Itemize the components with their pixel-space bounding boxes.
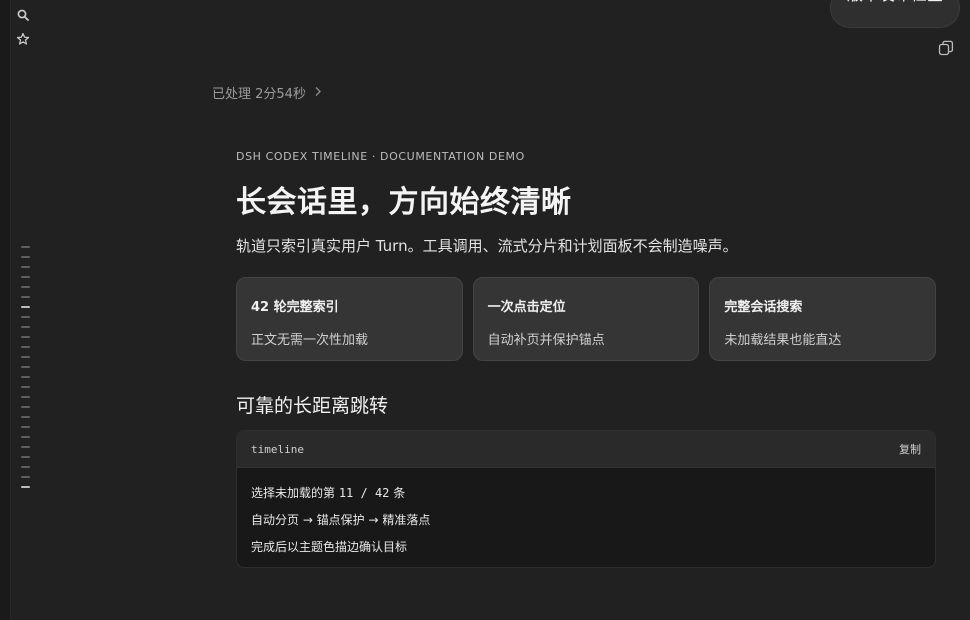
timeline-tick[interactable]	[21, 266, 30, 268]
doc-lead: 轨道只索引真实用户 Turn。工具调用、流式分片和计划面板不会制造噪声。	[236, 237, 738, 255]
code-body: 选择未加载的第 11 / 42 条 自动分页 → 锚点保护 → 精准落点 完成后…	[237, 468, 935, 555]
code-language: timeline	[251, 442, 304, 456]
timeline-tick[interactable]	[21, 426, 30, 428]
timeline-tick[interactable]	[21, 416, 30, 418]
copy-icon[interactable]	[938, 40, 954, 56]
feature-card: 一次点击定位 自动补页并保护锚点	[472, 277, 700, 361]
doc-eyebrow: DSH CODEX TIMELINE · DOCUMENTATION DEMO	[236, 150, 525, 163]
processed-status[interactable]: 已处理 2分54秒	[212, 83, 322, 102]
timeline-tick[interactable]	[21, 326, 30, 328]
timeline-tick[interactable]	[21, 376, 30, 378]
timeline-tick[interactable]	[21, 256, 30, 258]
code-text: 条	[389, 486, 406, 500]
feature-card-desc: 自动补页并保护锚点	[487, 333, 605, 348]
code-block-header: timeline 复制	[237, 431, 935, 468]
feature-card-desc: 未加载结果也能直达	[724, 333, 842, 348]
timeline-tick[interactable]	[21, 406, 30, 408]
timeline-tick[interactable]	[21, 316, 30, 318]
code-text: 选择未加载的第	[251, 486, 339, 500]
timeline-tick[interactable]	[21, 396, 30, 398]
feature-card-title: 完整会话搜索	[724, 300, 803, 315]
code-value: 11 / 42	[338, 486, 390, 500]
timeline-tick[interactable]	[21, 386, 30, 388]
timeline-nav[interactable]	[21, 246, 33, 496]
code-line: 完成后以主题色描边确认目标	[251, 540, 408, 554]
feature-card: 42 轮完整索引 正文无需一次性加载	[236, 277, 463, 361]
timeline-tick[interactable]	[21, 356, 30, 358]
timeline-tick[interactable]	[21, 466, 30, 468]
feature-card-title: 42 轮完整索引	[251, 300, 339, 315]
feature-cards: 42 轮完整索引 正文无需一次性加载 一次点击定位 自动补页并保护锚点 完整会话…	[236, 277, 937, 361]
document: DSH CODEX TIMELINE · DOCUMENTATION DEMO …	[236, 150, 937, 568]
release-check-label: 版本发布检查	[847, 0, 943, 15]
chevron-right-icon	[314, 85, 322, 101]
timeline-tick[interactable]	[21, 446, 30, 448]
timeline-tick[interactable]	[21, 456, 30, 458]
timeline-tick[interactable]	[21, 306, 30, 308]
feature-card-title: 一次点击定位	[487, 300, 566, 315]
processed-label: 已处理 2分54秒	[212, 87, 306, 102]
timeline-tick[interactable]	[21, 246, 30, 248]
copy-code-button[interactable]: 复制	[899, 441, 921, 457]
timeline-tick[interactable]	[21, 366, 30, 368]
timeline-tick[interactable]	[21, 296, 30, 298]
section-title: 可靠的长距离跳转	[236, 395, 389, 417]
feature-card-desc: 正文无需一次性加载	[251, 333, 369, 348]
code-line: 自动分页 → 锚点保护 → 精准落点	[251, 513, 431, 527]
timeline-tick[interactable]	[21, 276, 30, 278]
timeline-tick[interactable]	[21, 346, 30, 348]
feature-card: 完整会话搜索 未加载结果也能直达	[709, 277, 937, 361]
code-block: timeline 复制 选择未加载的第 11 / 42 条 自动分页 → 锚点保…	[236, 430, 936, 568]
timeline-tick[interactable]	[21, 336, 30, 338]
timeline-tick[interactable]	[21, 476, 30, 478]
left-rail	[0, 0, 11, 620]
timeline-tick[interactable]	[21, 286, 30, 288]
code-line: 选择未加载的第 11 / 42 条	[251, 484, 921, 501]
timeline-tick[interactable]	[21, 436, 30, 438]
release-check-button[interactable]: 版本发布检查	[829, 0, 960, 28]
page-title: 长会话里，方向始终清晰	[236, 185, 572, 220]
timeline-tick[interactable]	[21, 486, 30, 488]
search-icon[interactable]	[16, 7, 30, 21]
star-icon[interactable]	[16, 31, 30, 45]
